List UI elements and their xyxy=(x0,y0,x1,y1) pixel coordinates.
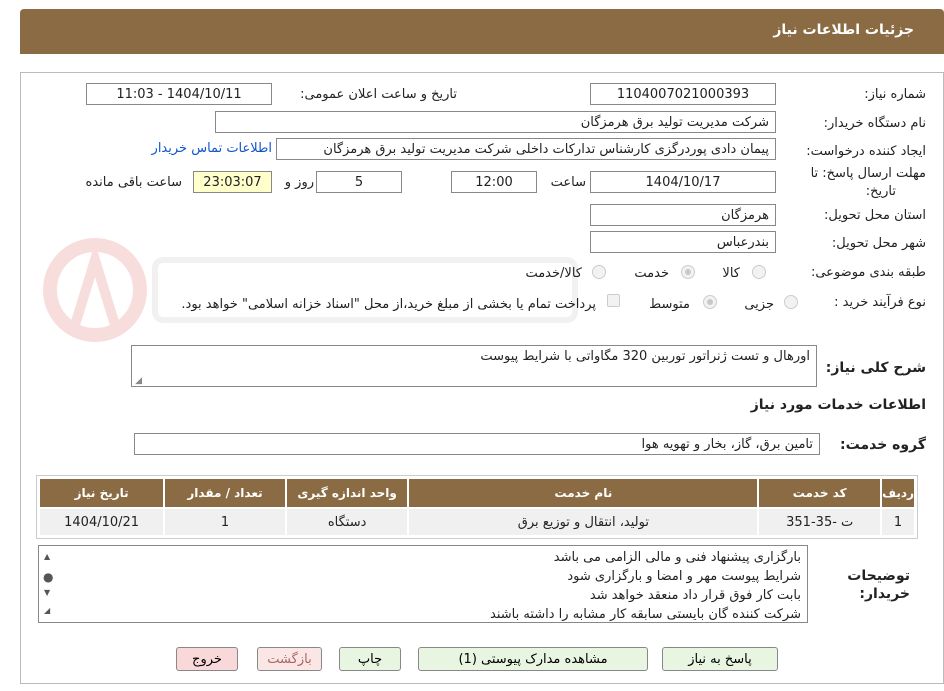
note-line: شرکت کننده گان بایستی سابقه کار مشابه را… xyxy=(490,607,801,622)
payment-note: پرداخت تمام یا بخشی از مبلغ خرید،از محل … xyxy=(181,297,596,312)
col-header-name: نام خدمت xyxy=(407,477,760,509)
category-label: طبقه بندی موضوعی: xyxy=(810,265,926,280)
col-header-row: ردیف xyxy=(880,477,916,509)
cell-row: 1 xyxy=(880,507,916,537)
services-section-title: اطلاعات خدمات مورد نیاز xyxy=(750,397,926,413)
cell-code: ت -35-351 xyxy=(757,507,883,537)
scroll-up-icon[interactable]: ▲ xyxy=(44,552,50,561)
note-line: بابت کار فوق قرار داد منعقد خواهد شد xyxy=(589,588,801,603)
col-header-unit: واحد اندازه گیری xyxy=(284,477,410,509)
category-option-service: خدمت xyxy=(634,266,669,281)
deadline-date-field: 1404/10/17 xyxy=(590,171,776,193)
description-textarea: اورهال و تست ژنراتور توربین 320 مگاواتی … xyxy=(131,345,817,387)
category-option-goods-service: کالا/خدمت xyxy=(525,266,582,281)
scroll-thumb-icon[interactable]: ● xyxy=(43,570,53,584)
category-radio-goods[interactable] xyxy=(752,265,766,279)
scroll-down-icon[interactable]: ▼ xyxy=(44,588,50,597)
col-header-date: تاریخ نیاز xyxy=(37,477,166,509)
cell-date: 1404/10/21 xyxy=(37,507,166,537)
exit-button[interactable]: خروج xyxy=(176,647,238,671)
buyer-org-label: نام دستگاه خریدار: xyxy=(823,116,926,131)
province-field: هرمزگان xyxy=(590,204,776,226)
category-radio-service[interactable] xyxy=(681,265,695,279)
category-option-goods: کالا xyxy=(722,266,740,281)
buyer-notes-label: توضیحات xyxy=(847,568,910,584)
col-header-qty: تعداد / مقدار xyxy=(163,477,287,509)
page-header: جزئیات اطلاعات نیاز xyxy=(20,9,944,54)
process-option-medium: متوسط xyxy=(649,297,690,312)
remaining-label: ساعت باقی مانده xyxy=(85,175,182,190)
city-label: شهر محل تحویل: xyxy=(831,236,926,251)
remaining-time-field: 23:03:07 xyxy=(193,171,272,193)
page-title: جزئیات اطلاعات نیاز xyxy=(773,22,914,38)
days-field: 5 xyxy=(316,171,402,193)
buyer-contact-link[interactable]: اطلاعات تماس خریدار xyxy=(152,141,272,156)
services-table: ردیف کد خدمت نام خدمت واحد اندازه گیری ت… xyxy=(37,477,916,537)
process-label: نوع فرآیند خرید : xyxy=(834,295,926,310)
category-radio-goods-service[interactable] xyxy=(592,265,606,279)
province-label: استان محل تحویل: xyxy=(824,208,926,223)
buyer-notes-textarea[interactable]: بارگزاری پیشنهاد فنی و مالی الزامی می با… xyxy=(38,545,808,623)
deadline-label-date: تاریخ: xyxy=(865,184,896,199)
reply-button[interactable]: پاسخ به نیاز xyxy=(662,647,778,671)
requester-label: ایجاد کننده درخواست: xyxy=(806,144,926,159)
description-text: اورهال و تست ژنراتور توربین 320 مگاواتی … xyxy=(480,349,810,364)
treasury-checkbox[interactable] xyxy=(607,294,620,307)
table-row: 1 ت -35-351 تولید، انتقال و توزیع برق دس… xyxy=(37,507,916,537)
print-button[interactable]: چاپ xyxy=(339,647,401,671)
buyer-org-field: شرکت مدیریت تولید برق هرمزگان xyxy=(215,111,776,133)
cell-qty: 1 xyxy=(163,507,287,537)
announce-datetime-field: 1404/10/11 - 11:03 xyxy=(86,83,272,105)
need-number-field: 1104007021000393 xyxy=(590,83,776,105)
notes-scrollbar[interactable]: ▲ ● ▼ ◢ xyxy=(41,548,57,620)
back-button[interactable]: بازگشت xyxy=(257,647,322,671)
resize-handle-icon[interactable]: ◢ xyxy=(44,606,50,615)
time-label: ساعت xyxy=(550,175,586,190)
description-label: شرح کلی نیاز: xyxy=(825,360,926,376)
service-group-label: گروه خدمت: xyxy=(840,437,926,453)
col-header-code: کد خدمت xyxy=(757,477,883,509)
attachments-button[interactable]: مشاهده مدارک پیوستی (1) xyxy=(418,647,648,671)
cell-name: تولید، انتقال و توزیع برق xyxy=(407,507,760,537)
process-radio-medium[interactable] xyxy=(703,295,717,309)
process-radio-minor[interactable] xyxy=(784,295,798,309)
buyer-notes-label-2: خریدار: xyxy=(859,586,910,602)
service-group-field: تامین برق، گاز، بخار و تهویه هوا xyxy=(134,433,820,455)
requester-field: پیمان دادی پوردرگزی کارشناس تدارکات داخل… xyxy=(276,138,776,160)
note-line: شرایط پیوست مهر و امضا و بارگزاری شود xyxy=(567,569,801,584)
deadline-time-field: 12:00 xyxy=(451,171,537,193)
need-number-label: شماره نیاز: xyxy=(864,87,926,102)
announce-label: تاریخ و ساعت اعلان عمومی: xyxy=(300,87,457,102)
resize-handle-icon[interactable]: ◢ xyxy=(134,377,142,386)
note-line: بارگزاری پیشنهاد فنی و مالی الزامی می با… xyxy=(553,550,801,565)
process-option-minor: جزیی xyxy=(744,297,774,312)
deadline-label: مهلت ارسال پاسخ: تا xyxy=(810,166,926,181)
cell-unit: دستگاه xyxy=(284,507,410,537)
days-label: روز و xyxy=(284,175,314,190)
city-field: بندرعباس xyxy=(590,231,776,253)
